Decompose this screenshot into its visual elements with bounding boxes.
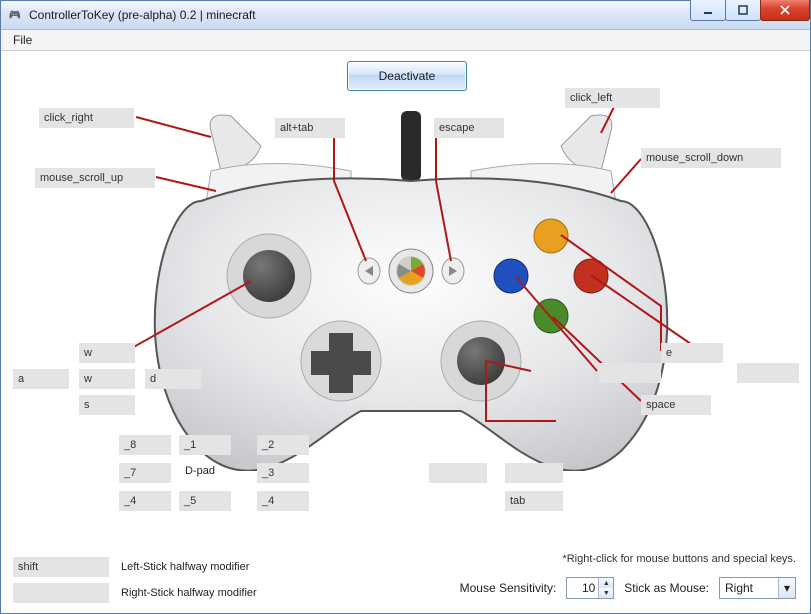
menu-file[interactable]: File xyxy=(5,31,40,49)
controller-graphic xyxy=(151,111,671,471)
mouse-sensitivity-label: Mouse Sensitivity: xyxy=(460,581,557,595)
stick-as-mouse-combo[interactable]: Right ▾ xyxy=(719,577,796,599)
label-dpad-ur[interactable]: _2 xyxy=(257,435,309,455)
right-modifier-caption: Right-Stick halfway modifier xyxy=(121,587,257,599)
label-dpad-dl[interactable]: _4 xyxy=(119,491,171,511)
mouse-sensitivity-spinner[interactable]: 10 ▲ ▼ xyxy=(566,577,614,599)
minimize-icon xyxy=(702,5,714,15)
label-dpad-u[interactable]: _1 xyxy=(179,435,231,455)
label-start-button[interactable]: escape xyxy=(434,118,504,138)
client-area: Deactivate xyxy=(1,51,810,611)
label-dpad-ul[interactable]: _8 xyxy=(119,435,171,455)
label-x-button[interactable] xyxy=(599,363,661,383)
label-rs-click[interactable] xyxy=(505,463,563,483)
right-modifier-value[interactable] xyxy=(13,583,109,603)
label-ls-down[interactable]: s xyxy=(79,395,135,415)
close-icon xyxy=(779,5,791,15)
maximize-button[interactable] xyxy=(725,0,761,21)
maximize-icon xyxy=(737,5,749,15)
label-tab[interactable]: tab xyxy=(505,491,563,511)
label-click-right[interactable]: click_right xyxy=(39,108,134,128)
label-dpad-r[interactable]: _3 xyxy=(257,463,309,483)
gamepad-icon xyxy=(151,111,671,471)
label-ls-left[interactable]: a xyxy=(13,369,69,389)
menubar: File xyxy=(1,30,810,51)
deactivate-button[interactable]: Deactivate xyxy=(347,61,467,91)
left-modifier-caption: Left-Stick halfway modifier xyxy=(121,561,249,573)
app-window: 🎮 ControllerToKey (pre-alpha) 0.2 | mine… xyxy=(0,0,811,614)
stick-as-mouse-label: Stick as Mouse: xyxy=(624,581,709,595)
hint-text: *Right-click for mouse buttons and speci… xyxy=(562,553,796,565)
stick-as-mouse-value: Right xyxy=(725,581,778,595)
dpad-caption: D-pad xyxy=(185,465,215,477)
label-dpad-d[interactable]: _5 xyxy=(179,491,231,511)
app-icon: 🎮 xyxy=(7,7,23,23)
label-dpad-dr[interactable]: _4 xyxy=(257,491,309,511)
label-back-button[interactable]: alt+tab xyxy=(275,118,345,138)
chevron-down-icon: ▾ xyxy=(778,578,795,598)
spinner-down-icon[interactable]: ▼ xyxy=(599,588,613,598)
label-a-button[interactable]: space xyxy=(641,395,711,415)
label-ls-up[interactable]: w xyxy=(79,343,135,363)
minimize-button[interactable] xyxy=(690,0,726,21)
mouse-sensitivity-value: 10 xyxy=(567,581,598,595)
label-ls-right[interactable]: d xyxy=(145,369,201,389)
label-y-button[interactable] xyxy=(737,363,799,383)
label-mouse-scroll-down[interactable]: mouse_scroll_down xyxy=(641,148,781,168)
titlebar[interactable]: 🎮 ControllerToKey (pre-alpha) 0.2 | mine… xyxy=(1,1,810,30)
spinner-up-icon[interactable]: ▲ xyxy=(599,578,613,588)
label-ls-center[interactable]: w xyxy=(79,369,135,389)
label-mouse-scroll-up[interactable]: mouse_scroll_up xyxy=(35,168,155,188)
bottom-panel: shift Left-Stick halfway modifier Right-… xyxy=(1,551,810,611)
label-b-button[interactable]: e xyxy=(661,343,723,363)
footer-controls: Mouse Sensitivity: 10 ▲ ▼ Stick as Mouse… xyxy=(460,577,796,599)
label-dpad-l[interactable]: _7 xyxy=(119,463,171,483)
label-click-left[interactable]: click_left xyxy=(565,88,660,108)
label-rs-up[interactable] xyxy=(429,463,487,483)
left-modifier-value[interactable]: shift xyxy=(13,557,109,577)
close-button[interactable] xyxy=(760,0,810,21)
window-title: ControllerToKey (pre-alpha) 0.2 | minecr… xyxy=(29,8,256,22)
window-controls xyxy=(691,0,810,21)
